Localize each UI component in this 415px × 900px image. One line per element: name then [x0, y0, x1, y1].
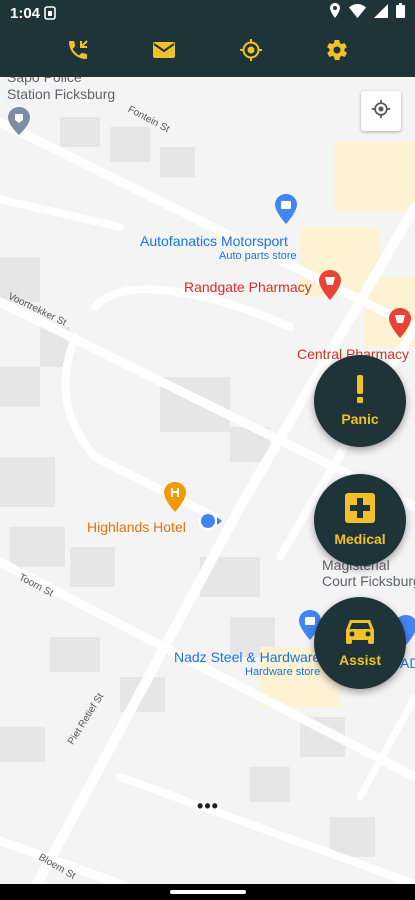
wifi-icon [349, 3, 366, 23]
location-icon [329, 3, 341, 23]
panic-label: Panic [341, 411, 379, 427]
shopping-pin-icon[interactable] [275, 194, 297, 229]
poi-label[interactable]: Nadz Steel & Hardware [174, 649, 320, 665]
crosshair-icon [239, 38, 263, 67]
locate-button[interactable] [236, 37, 266, 67]
system-nav-bar [0, 884, 415, 900]
home-handle[interactable] [170, 890, 246, 894]
pharmacy-pin-icon[interactable] [319, 270, 341, 305]
exclamation-icon [354, 375, 366, 408]
mail-button[interactable] [149, 37, 179, 67]
phone-icon [66, 38, 90, 67]
medical-cross-icon [345, 493, 375, 528]
settings-button[interactable] [322, 37, 352, 67]
poi-label[interactable]: Autofanatics Motorsport [140, 233, 288, 249]
assist-label: Assist [338, 652, 382, 668]
more-options-button[interactable]: ••• [190, 796, 226, 816]
poi-subtitle: Hardware store [245, 666, 321, 678]
car-icon [344, 618, 376, 649]
signal-icon [374, 3, 388, 23]
phone-button[interactable] [63, 37, 93, 67]
my-location-button[interactable] [361, 91, 401, 131]
status-time: 1:04 [10, 5, 41, 22]
sim-card-icon [44, 6, 56, 20]
police-pin-icon[interactable] [8, 107, 30, 140]
pharmacy-pin-icon[interactable] [389, 308, 411, 343]
gear-icon [325, 38, 349, 67]
status-icons [329, 3, 405, 23]
medical-button[interactable]: Medical [314, 474, 406, 566]
poi-label[interactable]: Sapo Police Station Ficksburg [7, 77, 115, 103]
assist-button[interactable]: Assist [314, 597, 406, 689]
crosshair-icon [371, 99, 391, 124]
battery-icon [396, 3, 405, 23]
poi-label[interactable]: Randgate Pharmacy [184, 279, 312, 295]
medical-label: Medical [334, 531, 386, 547]
poi-label[interactable]: Highlands Hotel [87, 519, 186, 535]
hotel-pin-icon[interactable] [164, 482, 186, 517]
status-bar: 1:04 [0, 0, 415, 27]
current-location-icon [197, 510, 223, 537]
top-toolbar [0, 27, 415, 77]
mail-icon [152, 40, 176, 65]
panic-button[interactable]: Panic [314, 355, 406, 447]
poi-subtitle: Auto parts store [219, 250, 297, 262]
